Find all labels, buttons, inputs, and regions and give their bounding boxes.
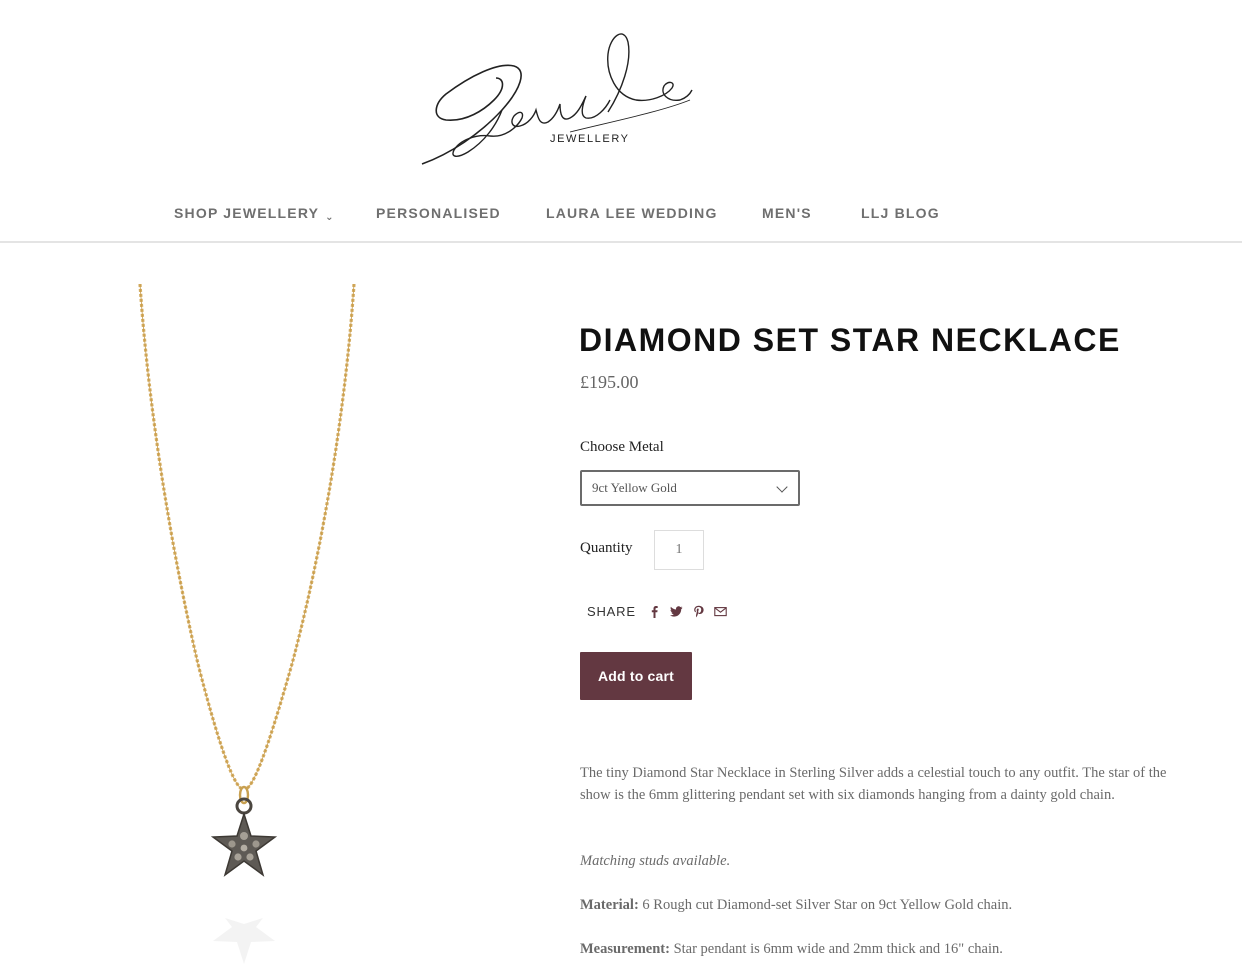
product-title: DIAMOND SET STAR NECKLACE <box>579 322 1121 358</box>
measurement-value: Star pendant is 6mm wide and 2mm thick a… <box>669 941 1003 957</box>
nav-item-label: SHOP JEWELLERY <box>174 205 320 221</box>
quantity-label: Quantity <box>580 540 633 556</box>
twitter-icon[interactable] <box>669 605 683 618</box>
nav-item-llj-blog[interactable]: LLJ BLOG <box>861 205 940 221</box>
metal-select[interactable]: 9ct Yellow Gold <box>580 470 800 506</box>
necklace-image <box>138 283 356 964</box>
measurement-label: Measurement: <box>580 941 670 957</box>
logo-script-mark <box>421 33 693 165</box>
measurement-detail: Measurement: Star pendant is 6mm wide an… <box>580 938 1170 960</box>
product-price: £195.00 <box>580 372 639 392</box>
share-bar: SHARE <box>587 603 736 619</box>
brand-logo[interactable]: JEWELLERY <box>410 14 700 174</box>
product-description: The tiny Diamond Star Necklace in Sterli… <box>580 765 1167 803</box>
material-detail: Material: 6 Rough cut Diamond-set Silver… <box>580 894 1170 916</box>
pinterest-icon[interactable] <box>692 605 705 618</box>
matching-studs-note: Matching studs available. <box>580 853 731 869</box>
material-label: Material: <box>580 897 639 913</box>
metal-select-value: 9ct Yellow Gold <box>592 480 677 495</box>
nav-divider <box>0 241 1242 243</box>
facebook-icon[interactable] <box>648 605 661 618</box>
add-to-cart-button[interactable]: Add to cart <box>580 652 692 700</box>
main-navigation: SHOP JEWELLERY ⌄ PERSONALISED LAURA LEE W… <box>0 196 1242 230</box>
chevron-down-icon: ⌄ <box>325 212 335 223</box>
product-image[interactable] <box>120 283 380 968</box>
chevron-down-icon <box>776 481 788 493</box>
logo-subtitle: JEWELLERY <box>550 133 630 145</box>
metal-label: Choose Metal <box>580 439 664 455</box>
nav-item-personalised[interactable]: PERSONALISED <box>376 205 501 221</box>
nav-item-laura-lee-wedding[interactable]: LAURA LEE WEDDING <box>546 205 718 221</box>
nav-item-shop-jewellery[interactable]: SHOP JEWELLERY ⌄ <box>174 205 335 223</box>
material-value: 6 Rough cut Diamond-set Silver Star on 9… <box>638 897 1013 913</box>
quantity-input[interactable] <box>654 530 704 570</box>
nav-item-mens[interactable]: MEN'S <box>762 205 812 221</box>
email-icon[interactable] <box>714 605 727 618</box>
share-label: SHARE <box>587 603 636 619</box>
